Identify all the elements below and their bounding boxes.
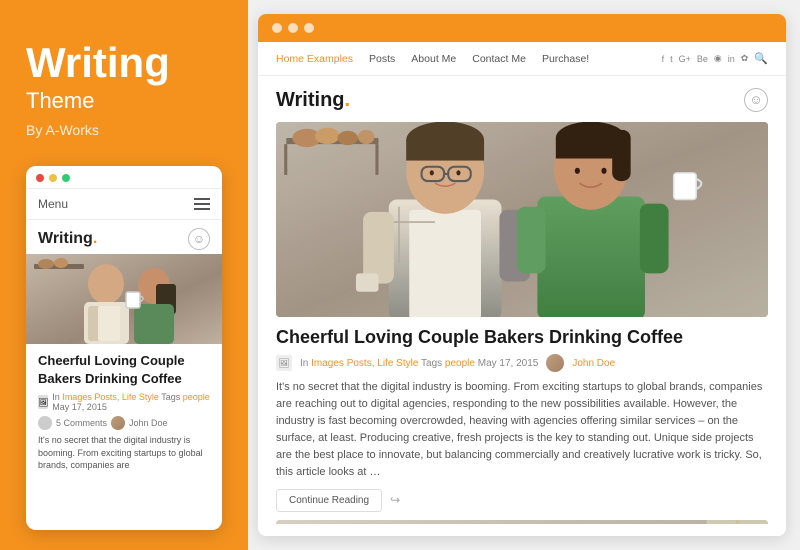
left-panel: Writing Theme By A-Works Menu Writing. ☺	[0, 0, 248, 550]
mobile-brand-bar: Writing. ☺	[26, 220, 222, 254]
social-pinterest-icon[interactable]: ◉	[714, 53, 722, 64]
mobile-mockup: Menu Writing. ☺	[26, 166, 222, 530]
continue-reading-button[interactable]: Continue Reading	[276, 489, 382, 512]
post-author-avatar	[546, 354, 564, 372]
mobile-user-icon[interactable]: ☺	[188, 228, 210, 250]
mobile-nav[interactable]: Menu	[26, 189, 222, 220]
mobile-post-title: Cheerful Loving Couple Bakers Drinking C…	[38, 352, 210, 387]
mobile-author-avatar2	[111, 416, 125, 430]
social-twitter-icon[interactable]: t	[670, 54, 673, 64]
post-title: Cheerful Loving Couple Bakers Drinking C…	[276, 327, 768, 348]
nav-link-contact[interactable]: Contact Me	[472, 53, 526, 65]
nav-link-about[interactable]: About Me	[411, 53, 456, 65]
dot-red	[36, 174, 44, 182]
site-user-icon[interactable]: ☺	[744, 88, 768, 112]
mobile-hero-image	[26, 254, 222, 344]
mobile-author-meta: 5 Comments John Doe	[38, 416, 210, 430]
mobile-post-meta: 🖼 In Images Posts, Life Style Tags peopl…	[38, 392, 210, 412]
post-excerpt: It's no secret that the digital industry…	[276, 379, 768, 481]
browser-dot-2	[288, 23, 298, 33]
second-post-svg	[276, 520, 768, 524]
social-rss-icon[interactable]: ✿	[741, 53, 749, 64]
browser-chrome	[258, 14, 786, 42]
mobile-menu-label: Menu	[38, 197, 68, 211]
nav-link-purchase[interactable]: Purchase!	[542, 53, 589, 65]
social-facebook-icon[interactable]: f	[662, 54, 665, 64]
post-meta-row: 🖼 In Images Posts, Life Style Tags peopl…	[276, 354, 768, 372]
mobile-brand-name: Writing.	[38, 230, 97, 248]
right-panel: Home Examples Posts About Me Contact Me …	[248, 0, 800, 550]
nav-link-home[interactable]: Home Examples	[276, 53, 353, 65]
search-icon[interactable]: 🔍	[754, 52, 768, 65]
mobile-post-content: Cheerful Loving Couple Bakers Drinking C…	[26, 344, 222, 478]
social-google-icon[interactable]: G+	[679, 54, 691, 64]
main-post: Cheerful Loving Couple Bakers Drinking C…	[276, 122, 768, 524]
site-brand: Writing.	[276, 89, 350, 112]
nav-link-posts[interactable]: Posts	[369, 53, 395, 65]
browser-body: Home Examples Posts About Me Contact Me …	[258, 42, 786, 536]
theme-title: Writing Theme By A-Works	[26, 40, 222, 138]
nav-social-icons: f t G+ Be ◉ in ✿ 🔍	[662, 52, 768, 65]
post-actions: Continue Reading ↪	[276, 489, 768, 512]
mobile-hero-svg	[26, 254, 222, 344]
hero-image-inner	[276, 122, 768, 317]
site-nav: Home Examples Posts About Me Contact Me …	[258, 42, 786, 76]
post-author-name: John Doe	[572, 358, 615, 369]
second-post-preview	[276, 520, 768, 524]
mobile-author-avatar	[38, 416, 52, 430]
meta-image-icon: 🖼	[38, 395, 48, 409]
hero-image	[276, 122, 768, 317]
post-meta-text: In Images Posts, Life Style Tags people …	[300, 358, 538, 369]
site-content: Writing. ☺	[258, 76, 786, 536]
mobile-meta-text: In Images Posts, Life Style Tags people …	[52, 392, 210, 412]
social-instagram-icon[interactable]: in	[728, 54, 735, 64]
title-text: Writing	[26, 40, 222, 86]
dot-green	[62, 174, 70, 182]
byline-text: By A-Works	[26, 122, 222, 138]
mobile-excerpt: It's no secret that the digital industry…	[38, 434, 210, 472]
subtitle-text: Theme	[26, 88, 222, 114]
post-categories-link[interactable]: Images Posts, Life Style	[311, 358, 418, 369]
dot-yellow	[49, 174, 57, 182]
author-link[interactable]: John Doe	[572, 358, 615, 369]
social-behance-icon[interactable]: Be	[697, 54, 708, 64]
second-post-inner	[276, 520, 768, 524]
hero-svg	[276, 122, 768, 317]
hamburger-icon[interactable]	[194, 198, 210, 210]
mobile-top-bar	[26, 166, 222, 189]
post-tags-link[interactable]: people	[445, 358, 475, 369]
post-meta-image-icon: 🖼	[276, 355, 292, 371]
browser-dot-3	[304, 23, 314, 33]
nav-links: Home Examples Posts About Me Contact Me …	[276, 53, 589, 65]
site-header: Writing. ☺	[276, 88, 768, 112]
browser-window: Home Examples Posts About Me Contact Me …	[258, 14, 786, 536]
share-icon[interactable]: ↪	[390, 493, 400, 508]
browser-dot-1	[272, 23, 282, 33]
